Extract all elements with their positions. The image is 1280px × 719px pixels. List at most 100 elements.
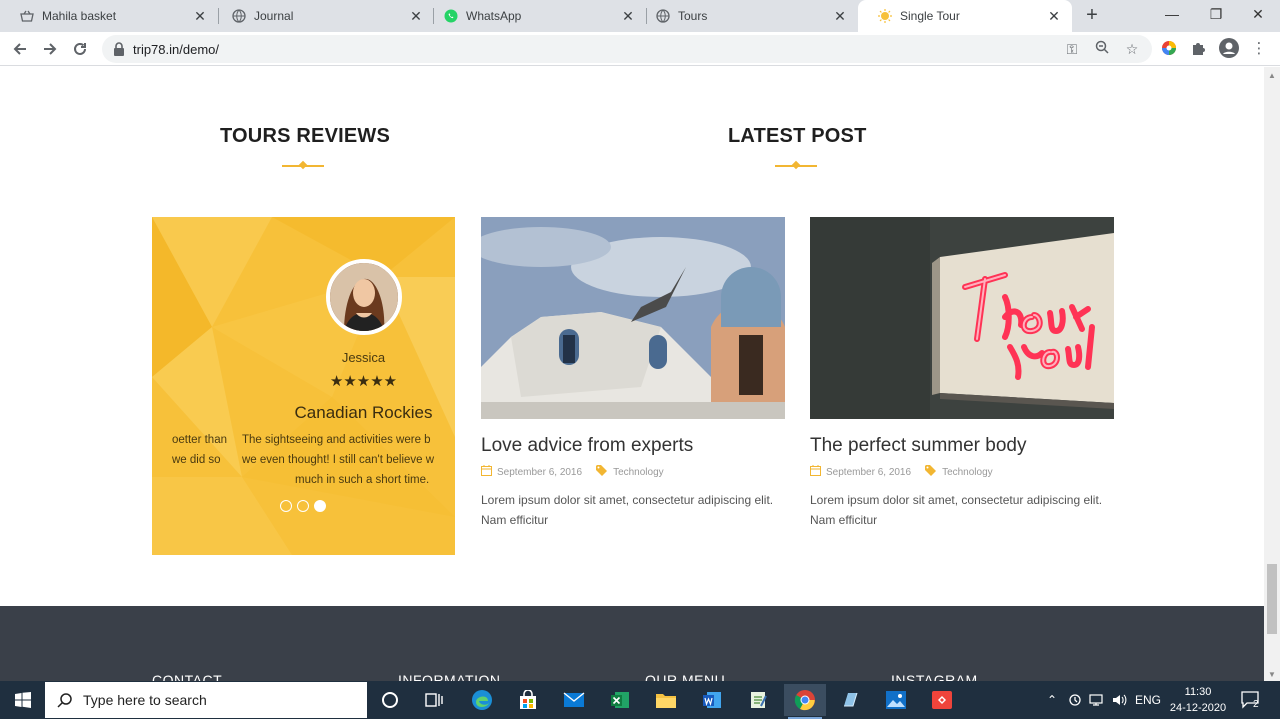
onedrive-icon[interactable] [1066, 681, 1084, 719]
reviewer-name: Jessica [341, 350, 386, 365]
notification-count: 2 [1253, 699, 1259, 710]
new-tab-button[interactable]: + [1080, 4, 1104, 28]
system-clock[interactable]: 11:30 24-12-2020 [1163, 684, 1233, 716]
tablet-app-icon[interactable] [832, 684, 868, 716]
basket-icon [20, 9, 34, 23]
tag-icon [925, 465, 937, 479]
windows-taskbar: Type here to search ⌃ ENG 11:30 24-12-20… [0, 681, 1280, 719]
maximize-button[interactable]: ❐ [1194, 0, 1238, 30]
minimize-button[interactable]: — [1150, 0, 1194, 30]
chrome-icon[interactable] [784, 684, 826, 719]
calendar-icon [481, 465, 492, 479]
post-card: Love advice from experts September 6, 20… [481, 217, 785, 527]
store-icon[interactable] [510, 684, 546, 716]
lock-icon [114, 42, 124, 56]
forward-arrow-icon [44, 43, 57, 55]
mail-icon[interactable] [556, 684, 592, 716]
task-view-icon[interactable] [416, 684, 452, 716]
tab-title: Mahila basket [42, 9, 117, 23]
close-tab-icon[interactable]: ✕ [832, 8, 848, 24]
prev-slide-text-line: we did so [172, 454, 221, 466]
post-title[interactable]: The perfect summer body [810, 435, 1026, 457]
site-footer: CONTACT INFORMATION OUR MENU INSTAGRAM [0, 606, 1264, 681]
language-indicator[interactable]: ENG [1134, 681, 1162, 719]
word-icon[interactable] [694, 684, 730, 716]
post-date: September 6, 2016 [497, 466, 583, 478]
footer-heading-contact: CONTACT [152, 672, 223, 681]
scrollbar-thumb[interactable] [1267, 564, 1277, 634]
reload-button[interactable] [68, 37, 92, 61]
search-icon [57, 693, 72, 708]
carousel-dots [280, 500, 326, 512]
volume-icon[interactable] [1110, 681, 1130, 719]
color-extension-icon[interactable] [1158, 37, 1180, 59]
page-viewport: TOURS REVIEWS LATEST POST Jessica ★★★★★ [0, 67, 1264, 681]
prev-slide-text-line: oetter than [172, 434, 227, 446]
post-title[interactable]: Love advice from experts [481, 435, 693, 457]
tab-title: WhatsApp [466, 9, 522, 23]
carousel-dot-active[interactable] [314, 500, 326, 512]
globe-icon [656, 9, 670, 23]
review-text-line: The sightseeing and activities were b [242, 434, 431, 446]
tab-whatsapp[interactable]: WhatsApp ✕ [424, 0, 646, 32]
tab-title: Tours [678, 9, 708, 23]
profile-avatar-icon[interactable] [1218, 37, 1240, 59]
review-text-line: much in such a short time. [295, 474, 430, 486]
tab-title: Journal [254, 9, 294, 23]
close-tab-icon[interactable]: ✕ [408, 8, 424, 24]
close-tab-icon[interactable]: ✕ [192, 8, 208, 24]
back-arrow-icon [13, 43, 26, 55]
page-scrollbar[interactable]: ▲ ▼ [1264, 67, 1280, 681]
browser-tab-strip: Mahila basket ✕ Journal ✕ WhatsApp ✕ Tou… [0, 0, 1280, 32]
forward-button[interactable] [38, 37, 62, 61]
post-image[interactable] [810, 217, 1114, 419]
network-icon[interactable] [1088, 681, 1106, 719]
footer-heading-information: INFORMATION [398, 672, 501, 681]
cortana-icon[interactable] [372, 684, 408, 716]
post-meta: September 6, 2016 Technology [810, 465, 993, 479]
close-tab-icon[interactable]: ✕ [1046, 8, 1062, 24]
clock-date: 24-12-2020 [1169, 702, 1227, 714]
scroll-down-arrow-icon[interactable]: ▼ [1268, 670, 1276, 679]
post-meta: September 6, 2016 Technology [481, 465, 664, 479]
tag-icon [596, 465, 608, 479]
notification-center-button[interactable]: 2 [1236, 681, 1266, 719]
tab-single-tour[interactable]: Single Tour ✕ [858, 0, 1072, 32]
key-icon[interactable]: ⚿ [1062, 40, 1082, 58]
taskbar-search-box[interactable]: Type here to search [45, 682, 367, 718]
carousel-dot[interactable] [280, 500, 292, 512]
post-category[interactable]: Technology [942, 467, 993, 478]
notepad-icon[interactable] [740, 684, 776, 716]
post-date: September 6, 2016 [826, 466, 912, 478]
edge-browser-icon[interactable] [464, 684, 500, 716]
photos-icon[interactable] [878, 684, 914, 716]
tab-journal[interactable]: Journal ✕ [212, 0, 434, 32]
post-category[interactable]: Technology [613, 467, 664, 478]
scroll-up-arrow-icon[interactable]: ▲ [1268, 71, 1276, 80]
menu-kebab-icon[interactable]: ⋮ [1248, 37, 1270, 59]
tab-tours[interactable]: Tours ✕ [636, 0, 858, 32]
extensions-puzzle-icon[interactable] [1188, 37, 1210, 59]
post-image[interactable] [481, 217, 785, 419]
show-hidden-icons-chevron-icon[interactable]: ⌃ [1044, 681, 1060, 719]
posts-section-title: LATEST POST [728, 125, 867, 147]
bookmark-star-icon[interactable]: ☆ [1122, 40, 1142, 58]
footer-heading-instagram: INSTAGRAM [891, 672, 978, 681]
zoom-icon[interactable] [1092, 40, 1112, 58]
globe-icon [232, 9, 246, 23]
whatsapp-icon [444, 9, 458, 23]
review-carousel[interactable]: Jessica ★★★★★ Canadian Rockies oetter th… [152, 217, 455, 555]
close-tab-icon[interactable]: ✕ [620, 8, 636, 24]
anydesk-icon[interactable] [924, 684, 960, 716]
excel-icon[interactable] [602, 684, 638, 716]
tab-mahila-basket[interactable]: Mahila basket ✕ [0, 0, 218, 32]
address-bar[interactable]: trip78.in/demo/ ⚿ ☆ [102, 35, 1152, 63]
close-window-button[interactable]: ✕ [1236, 0, 1280, 30]
back-button[interactable] [8, 37, 32, 61]
file-explorer-icon[interactable] [648, 684, 684, 716]
carousel-dot[interactable] [297, 500, 309, 512]
start-button[interactable] [0, 681, 45, 719]
review-tour-name: Canadian Rockies [294, 403, 433, 422]
footer-heading-our-menu: OUR MENU [645, 672, 726, 681]
reviews-title-underline [282, 160, 324, 170]
